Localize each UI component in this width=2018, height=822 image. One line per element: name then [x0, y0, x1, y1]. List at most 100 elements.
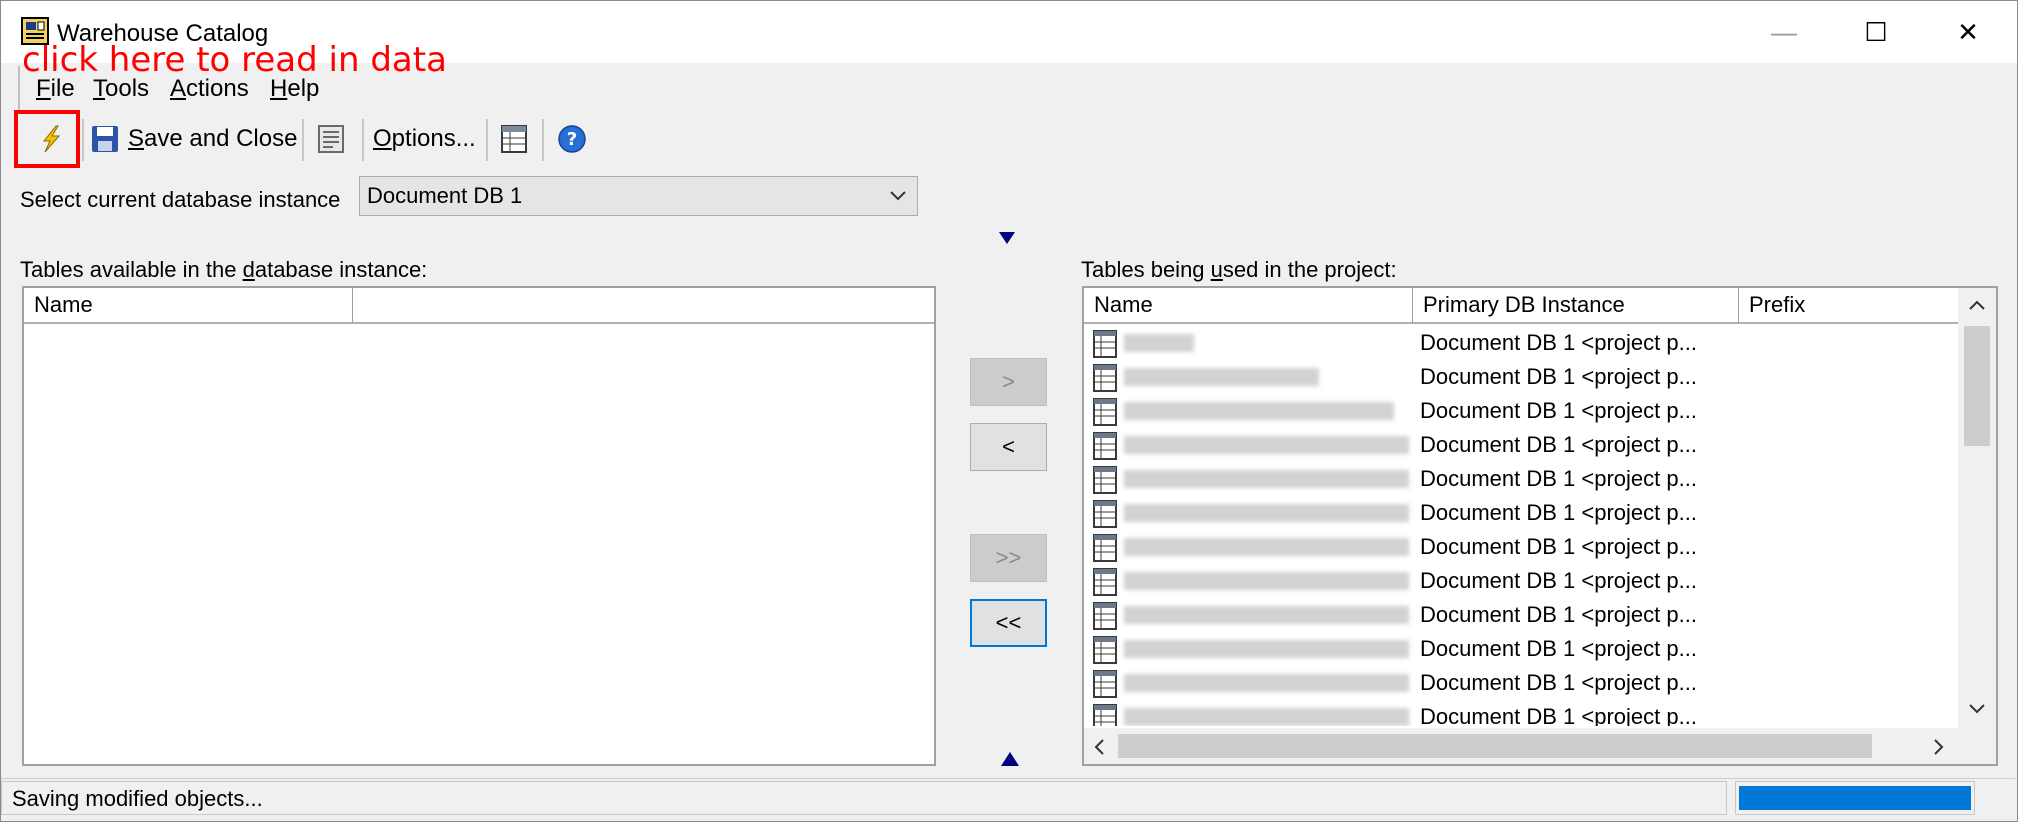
row-db-instance: Document DB 1 <project p... — [1420, 602, 1697, 627]
close-icon: ✕ — [1957, 16, 1979, 47]
row-db-instance: Document DB 1 <project p... — [1420, 466, 1697, 491]
table-row[interactable]: Document DB 1 <project p... — [1084, 666, 1958, 700]
save-and-close-label: ave and Close — [144, 125, 298, 152]
table-row[interactable]: Document DB 1 <project p... — [1084, 632, 1958, 666]
toolbar: Save and Close Options... ? — [10, 113, 2013, 165]
row-db-instance: Document DB 1 <project p... — [1420, 534, 1697, 559]
progress-bar — [1735, 781, 1975, 815]
close-button[interactable]: ✕ — [1922, 1, 2014, 63]
remove-table-button[interactable]: < — [970, 423, 1047, 471]
used-label-hotkey: u — [1210, 257, 1223, 282]
splitter-up-arrow-icon[interactable] — [999, 750, 1021, 768]
table-row[interactable]: Document DB 1 <project p... — [1084, 394, 1958, 428]
available-label-hotkey: d — [242, 257, 255, 282]
table-icon — [1093, 602, 1117, 630]
toolbar-separator — [82, 119, 84, 161]
status-bar: Saving modified objects... — [1, 778, 2015, 819]
menu-help-hotkey: H — [270, 75, 288, 102]
annotation-highlight-box — [14, 110, 80, 168]
table-icon — [1093, 500, 1117, 528]
available-label-post: atabase instance: — [254, 257, 428, 282]
scroll-right-icon[interactable] — [1932, 738, 1946, 756]
menu-actions-label: ctions — [186, 75, 249, 102]
redacted-table-name — [1124, 436, 1409, 454]
table-icon — [1093, 636, 1117, 664]
table-icon — [1093, 534, 1117, 562]
options-button[interactable]: Options... — [373, 115, 476, 163]
add-all-tables-button[interactable]: >> — [970, 534, 1047, 582]
minimize-icon: — — [1771, 16, 1797, 47]
used-tables-list[interactable]: Name Primary DB Instance Prefix Document… — [1082, 286, 1998, 766]
row-db-instance: Document DB 1 <project p... — [1420, 398, 1697, 423]
column-header-name[interactable]: Name — [24, 288, 353, 324]
table-row[interactable]: Document DB 1 <project p... — [1084, 700, 1958, 726]
redacted-table-name — [1124, 572, 1409, 590]
maximize-button[interactable]: ☐ — [1830, 1, 1922, 63]
table-row[interactable]: Document DB 1 <project p... — [1084, 496, 1958, 530]
table-row[interactable]: Document DB 1 <project p... — [1084, 360, 1958, 394]
menu-actions-hotkey: A — [170, 75, 187, 102]
horizontal-scrollbar[interactable] — [1084, 728, 1996, 764]
table-row[interactable]: Document DB 1 <project p... — [1084, 564, 1958, 598]
column-header-name[interactable]: Name — [1084, 288, 1413, 324]
vertical-scroll-thumb[interactable] — [1964, 326, 1990, 446]
db-instance-value: Document DB 1 — [367, 183, 523, 208]
redacted-table-name — [1124, 402, 1394, 420]
row-db-instance: Document DB 1 <project p... — [1420, 670, 1697, 695]
db-instance-select[interactable]: Document DB 1 — [359, 176, 918, 216]
menu-file[interactable]: File — [36, 75, 75, 103]
scroll-left-icon[interactable] — [1092, 738, 1106, 756]
save-and-close-button[interactable]: Save and Close — [90, 115, 297, 163]
table-row[interactable]: Document DB 1 <project p... — [1084, 530, 1958, 564]
table-icon — [1093, 398, 1117, 426]
column-header-prefix[interactable]: Prefix — [1739, 288, 1969, 324]
toolbar-separator — [486, 119, 488, 161]
table-icon — [1093, 704, 1117, 726]
table-row[interactable]: Document DB 1 <project p... — [1084, 326, 1958, 360]
menu-bar: File Tools Actions Help — [18, 66, 2015, 110]
options-hotkey: O — [373, 125, 392, 152]
table-row[interactable]: Document DB 1 <project p... — [1084, 462, 1958, 496]
column-header-primary-db-instance[interactable]: Primary DB Instance — [1413, 288, 1739, 324]
table-row[interactable]: Document DB 1 <project p... — [1084, 598, 1958, 632]
chevron-down-icon — [890, 191, 906, 201]
redacted-table-name — [1124, 708, 1409, 726]
row-db-instance: Document DB 1 <project p... — [1420, 364, 1697, 389]
minimize-button[interactable]: — — [1738, 1, 1830, 63]
row-db-instance: Document DB 1 <project p... — [1420, 500, 1697, 525]
redacted-table-name — [1124, 674, 1409, 692]
available-label-pre: Tables available in the — [20, 257, 243, 282]
toolbar-separator — [302, 119, 304, 161]
menu-file-hotkey: F — [36, 75, 51, 102]
used-tables-rows: Document DB 1 <project p... Document DB … — [1084, 326, 1958, 726]
table-icon — [1093, 330, 1117, 358]
splitter-down-arrow-icon[interactable] — [997, 230, 1017, 246]
status-text: Saving modified objects... — [12, 786, 263, 811]
column-header-blank[interactable] — [353, 288, 934, 324]
menu-help-label: elp — [287, 75, 320, 102]
remove-all-tables-button[interactable]: << — [970, 599, 1047, 647]
vertical-scrollbar[interactable] — [1958, 288, 1996, 728]
row-db-instance: Document DB 1 <project p... — [1420, 636, 1697, 661]
report-button[interactable] — [315, 115, 347, 163]
available-tables-list[interactable]: Name — [22, 286, 936, 766]
table-row[interactable]: Document DB 1 <project p... — [1084, 428, 1958, 462]
redacted-table-name — [1124, 470, 1409, 488]
horizontal-scroll-thumb[interactable] — [1118, 734, 1872, 758]
help-button[interactable]: ? — [555, 115, 589, 163]
table-icon — [1093, 432, 1117, 460]
row-db-instance: Document DB 1 <project p... — [1420, 704, 1697, 726]
table-icon — [1093, 364, 1117, 392]
menu-actions[interactable]: Actions — [170, 75, 249, 103]
status-text-panel: Saving modified objects... — [1, 781, 1727, 815]
menu-help[interactable]: Help — [270, 75, 319, 103]
redacted-table-name — [1124, 368, 1319, 386]
redacted-table-name — [1124, 334, 1194, 352]
table-view-button[interactable] — [498, 115, 530, 163]
scroll-up-icon[interactable] — [1968, 298, 1986, 312]
menu-tools-label: ools — [105, 75, 150, 102]
scroll-down-icon[interactable] — [1968, 702, 1986, 716]
table-icon — [1093, 466, 1117, 494]
add-table-button[interactable]: > — [970, 358, 1047, 406]
menu-tools[interactable]: Tools — [93, 75, 149, 103]
